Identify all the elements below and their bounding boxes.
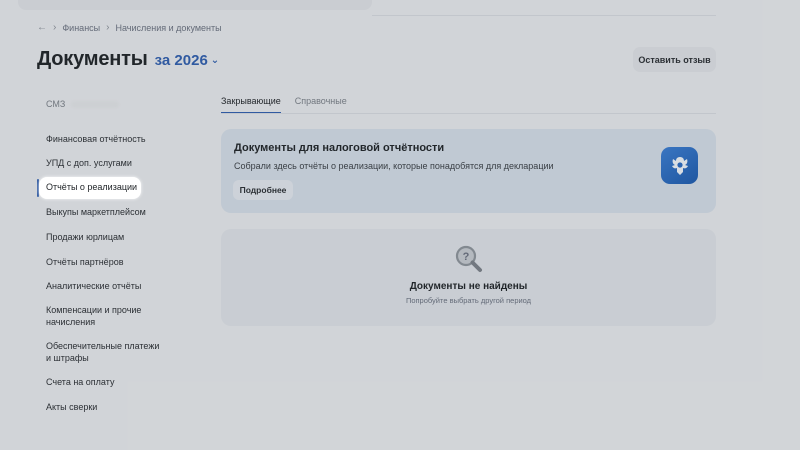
arrow-left-icon[interactable]: ← — [37, 22, 47, 33]
empty-state-subtitle: Попробуйте выбрать другой период — [405, 296, 532, 305]
breadcrumb-separator: › — [106, 22, 110, 33]
sidebar-header: СМЗ — [37, 96, 187, 112]
sidebar-item-buyouts[interactable]: Выкупы маркетплейсом — [37, 206, 187, 218]
tax-card-description: Собрали здесь отчёты о реализации, котор… — [234, 161, 554, 171]
sidebar-item-compensations[interactable]: Компенсации и прочие начисления — [37, 304, 147, 328]
breadcrumb-item-finance[interactable]: Финансы — [62, 23, 100, 33]
tab-closing[interactable]: Закрывающие — [221, 96, 281, 114]
sidebar-header-blurred — [71, 100, 120, 108]
feedback-button[interactable]: Оставить отзыв — [633, 47, 716, 72]
sidebar-item-legal-sales[interactable]: Продажи юрлицам — [37, 231, 187, 243]
tax-card-title: Документы для налоговой отчётности — [234, 142, 445, 154]
tax-reports-card: Документы для налоговой отчётности Собра… — [221, 129, 716, 213]
sidebar-item-sales-reports[interactable]: Отчёты о реализации — [46, 182, 137, 192]
breadcrumb-item-accruals[interactable]: Начисления и документы — [115, 23, 221, 33]
sidebar-item-invoices[interactable]: Счета на оплату — [37, 376, 187, 388]
breadcrumb-separator: › — [53, 22, 57, 33]
tax-service-emblem-icon — [661, 147, 698, 184]
sidebar-item-deposits-fines[interactable]: Обеспечительные платежи и штрафы — [37, 340, 162, 364]
top-search-bar[interactable] — [18, 0, 372, 10]
tabs-divider — [221, 113, 716, 114]
chevron-down-icon: ⌄ — [210, 55, 220, 66]
empty-state-card: ? Документы не найдены Попробуйте выбрат… — [221, 229, 716, 326]
document-tabs: Закрывающие Справочные — [221, 96, 347, 114]
svg-text:?: ? — [463, 251, 470, 263]
header-divider — [372, 15, 716, 16]
empty-state-title: Документы не найдены — [409, 281, 528, 292]
sidebar-item-financial-reports[interactable]: Финансовая отчётность — [37, 133, 187, 145]
sidebar-item-upd[interactable]: УПД с доп. услугами — [37, 157, 187, 169]
period-label: за 2026 — [154, 52, 208, 69]
sidebar-header-label: СМЗ — [46, 99, 66, 109]
tax-card-more-button[interactable]: Подробнее — [233, 180, 293, 200]
sidebar-item-reconciliation[interactable]: Акты сверки — [37, 401, 187, 413]
search-question-icon: ? — [454, 244, 484, 274]
tab-reference[interactable]: Справочные — [295, 96, 347, 114]
sidebar-item-analytics[interactable]: Аналитические отчёты — [37, 280, 187, 292]
page-header: Документы за 2026 ⌄ — [37, 48, 219, 71]
sidebar: СМЗ Финансовая отчётность УПД с доп. усл… — [37, 96, 187, 412]
breadcrumb: ← › Финансы › Начисления и документы — [37, 22, 222, 33]
period-selector[interactable]: за 2026 ⌄ — [155, 52, 220, 69]
sidebar-item-partner-reports[interactable]: Отчёты партнёров — [37, 256, 187, 268]
page-title: Документы — [37, 48, 148, 70]
